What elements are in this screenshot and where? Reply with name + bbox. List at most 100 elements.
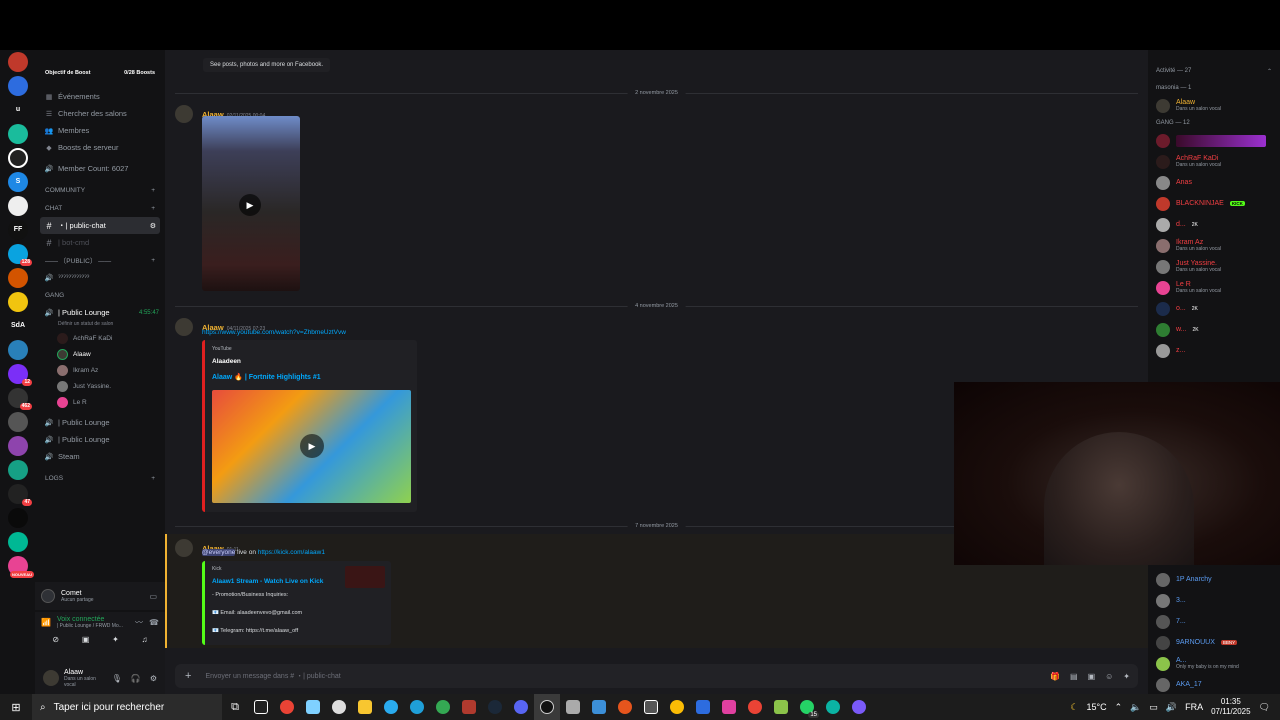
nav-boosts[interactable]: ◆ Boosts de serveur <box>35 139 165 156</box>
member-count-channel[interactable]: 🔊 Member Count: 6027 <box>35 160 165 177</box>
embed-author[interactable]: Alaadeen <box>212 358 241 365</box>
server-icon[interactable] <box>8 436 28 456</box>
server-icon[interactable]: 47 <box>8 484 32 506</box>
server-icon[interactable] <box>8 532 28 552</box>
screen-share-icon[interactable]: ▭ <box>149 592 157 601</box>
server-icon[interactable] <box>8 268 28 288</box>
category-gang[interactable]: GANG <box>35 286 165 304</box>
voice-user[interactable]: Ikram Az <box>35 362 165 378</box>
plus-icon[interactable]: + <box>151 257 155 264</box>
activity-panel[interactable]: Comet Aucun partage ▭ <box>35 582 165 610</box>
app-icon[interactable] <box>300 694 326 720</box>
app-icon[interactable] <box>560 694 586 720</box>
chrome-icon[interactable] <box>742 694 768 720</box>
noise-suppression-icon[interactable]: 〰 <box>135 617 143 628</box>
embed-thumbnail[interactable] <box>345 566 385 588</box>
plus-icon[interactable]: + <box>151 205 155 212</box>
member-item[interactable] <box>1148 130 1280 151</box>
member-item[interactable]: AKA_17 <box>1148 674 1280 695</box>
member-item[interactable]: A... Only my baby is on my mind <box>1148 653 1280 674</box>
server-icon[interactable] <box>8 52 28 72</box>
avatar[interactable] <box>175 318 193 336</box>
channel-public-voice[interactable]: 🔊 ˀˀˀˀˀˀˀˀˀˀˀˀ <box>35 269 165 286</box>
app-icon[interactable] <box>846 694 872 720</box>
server-icon[interactable] <box>8 76 28 96</box>
video-thumbnail[interactable]: ▶ <box>212 390 411 503</box>
voice-channel[interactable]: | Public Lounge / FRWD Mo... <box>57 623 123 629</box>
app-icon[interactable] <box>716 694 742 720</box>
embed-title[interactable]: Alaaw 🔥 | Fortnite Highlights #1 <box>212 373 321 381</box>
user-panel[interactable]: Alaaw Dans un salon vocal 🎙 🎧 ⚙ <box>35 662 165 694</box>
channel-public-lounge-3[interactable]: 🔊 | Public Lounge <box>35 431 165 448</box>
play-icon[interactable]: ▶ <box>239 194 261 216</box>
app-icon[interactable] <box>456 694 482 720</box>
channel-public-chat[interactable]: # ・| public-chat ⚙ <box>40 217 160 234</box>
category-logs[interactable]: LOGS + <box>35 469 165 487</box>
clock[interactable]: 01:35 07/11/2025 <box>1211 697 1250 717</box>
disconnect-icon[interactable]: ☎ <box>149 618 159 627</box>
network-icon[interactable]: ▭ <box>1149 702 1158 713</box>
voice-user[interactable]: Le R <box>35 394 165 410</box>
nav-browse-channels[interactable]: ☰ Chercher des salons <box>35 105 165 122</box>
channel-bot-cmd[interactable]: # | bot-cmd <box>35 234 165 251</box>
message-input[interactable]: + Envoyer un message dans # ・| public-ch… <box>175 664 1138 688</box>
whatsapp-icon[interactable]: 15 <box>794 694 820 720</box>
soundboard-icon[interactable]: ♫ <box>142 635 148 644</box>
member-item[interactable]: AchRaF KaDi Dans un salon vocal <box>1148 151 1280 172</box>
member-item[interactable]: 9ARNOUUX BBNY <box>1148 632 1280 653</box>
app-icon[interactable] <box>768 694 794 720</box>
member-item[interactable]: Alaaw Dans un salon vocal <box>1148 95 1280 116</box>
camera-off-icon[interactable]: ⊘ <box>52 635 59 644</box>
member-item[interactable]: d... 2K <box>1148 214 1280 235</box>
settings-icon[interactable]: ⚙ <box>150 674 157 683</box>
voice-user[interactable]: AchRaF KaDi <box>35 330 165 346</box>
server-icon[interactable]: u <box>8 100 28 120</box>
member-item[interactable]: BLACKNINJAE KICK <box>1148 193 1280 214</box>
channel-public-lounge-2[interactable]: 🔊 | Public Lounge <box>35 414 165 431</box>
boost-goal[interactable]: Objectif de Boost 0/28 Boosts <box>35 62 165 84</box>
category-chat[interactable]: CHAT + <box>35 199 165 217</box>
member-item[interactable]: z... <box>1148 340 1280 361</box>
file-explorer-icon[interactable] <box>352 694 378 720</box>
discord-icon[interactable] <box>508 694 534 720</box>
chrome-icon[interactable] <box>430 694 456 720</box>
telegram-icon[interactable] <box>378 694 404 720</box>
member-item[interactable]: o... 2K <box>1148 298 1280 319</box>
language-indicator[interactable]: FRA <box>1185 702 1203 712</box>
speaker-icon[interactable]: 🔊 <box>1166 702 1177 713</box>
kick-link[interactable]: https://kick.com/alaaw1 <box>258 549 325 556</box>
sticker-icon[interactable]: ▣ <box>1088 672 1096 681</box>
app-icon[interactable] <box>690 694 716 720</box>
embed-title[interactable]: Alaaw1 Stream - Watch Live on Kick <box>212 578 323 585</box>
youtube-link[interactable]: https://www.youtube.com/watch?v=ZhbmeUzt… <box>202 329 346 336</box>
server-icon[interactable] <box>8 412 28 432</box>
server-icon[interactable]: SdA <box>8 316 28 336</box>
server-icon[interactable] <box>8 508 28 528</box>
server-icon[interactable]: 462 <box>8 388 32 410</box>
nav-events[interactable]: ▦ Événements <box>35 88 165 105</box>
app-icon[interactable] <box>638 694 664 720</box>
plus-icon[interactable]: + <box>151 187 155 194</box>
member-item[interactable]: 3... <box>1148 590 1280 611</box>
steam-icon[interactable] <box>482 694 508 720</box>
edge-icon[interactable] <box>404 694 430 720</box>
settings-icon[interactable]: ⚙ <box>150 222 156 230</box>
signal-icon[interactable]: 📶 <box>41 618 51 627</box>
member-item[interactable]: 1P Anarchy <box>1148 569 1280 590</box>
chevron-up-icon[interactable]: ⌃ <box>1115 702 1123 713</box>
app-icon[interactable] <box>612 694 638 720</box>
epic-games-icon[interactable] <box>248 694 274 720</box>
category-public[interactable]: —— 〔PUBLIC〕 —— + <box>35 251 165 269</box>
taskbar-search[interactable]: ⌕ Taper ici pour rechercher <box>32 694 222 720</box>
voice-user[interactable]: Just Yassine. <box>35 378 165 394</box>
share-screen-icon[interactable]: ▣ <box>82 635 90 644</box>
task-view-icon[interactable]: ⧉ <box>222 694 248 720</box>
category-community[interactable]: COMMUNITY + <box>35 181 165 199</box>
member-item[interactable]: Ikram Az Dans un salon vocal <box>1148 235 1280 256</box>
member-item[interactable]: 7... <box>1148 611 1280 632</box>
server-icon[interactable] <box>8 196 28 216</box>
emoji-icon[interactable]: ☺ <box>1105 672 1113 681</box>
server-icon[interactable]: 12 <box>8 364 32 386</box>
chevron-up-icon[interactable]: ⌃ <box>1267 68 1272 75</box>
everyone-mention[interactable]: @everyone <box>202 549 236 556</box>
